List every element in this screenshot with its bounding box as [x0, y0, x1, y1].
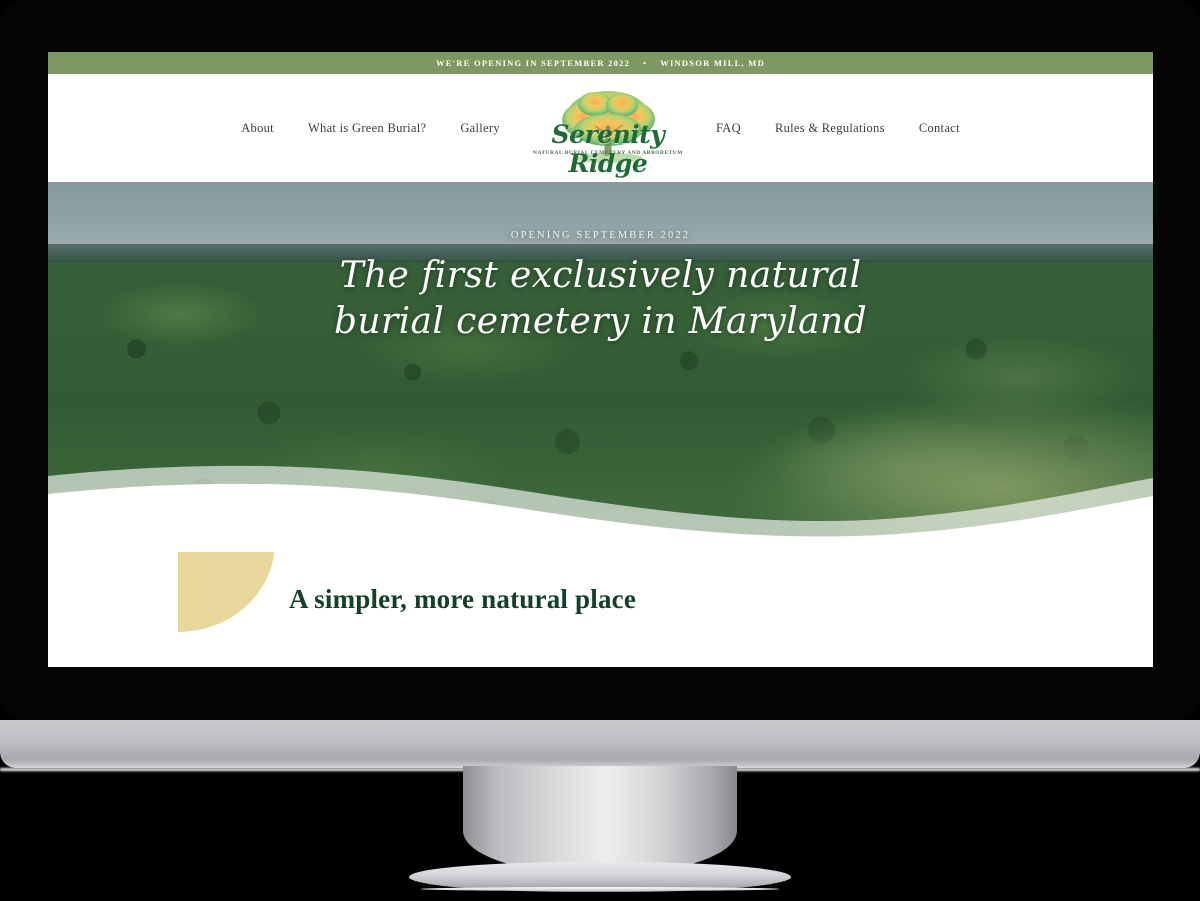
logo-mark: Serenity Ridge NATURAL BURIAL CEMETERY A…: [533, 86, 683, 178]
nav-right-group: FAQ Rules & Regulations Contact: [683, 121, 977, 136]
nav-item-contact[interactable]: Contact: [902, 121, 977, 136]
site-logo[interactable]: Serenity Ridge NATURAL BURIAL CEMETERY A…: [533, 86, 683, 178]
wave-divider: [48, 465, 1153, 552]
monitor-stand-foot: [409, 862, 791, 892]
hero-section: OPENING SEPTEMBER 2022 The first exclusi…: [48, 182, 1153, 552]
screenshot-stage: WE'RE OPENING IN SEPTEMBER 2022 • WINDSO…: [0, 0, 1200, 901]
monitor-bezel: WE'RE OPENING IN SEPTEMBER 2022 • WINDSO…: [0, 0, 1200, 720]
monitor-stand-neck: [463, 766, 737, 874]
nav-left-group: About What is Green Burial? Gallery: [224, 121, 533, 136]
logo-wordmark: Serenity Ridge: [551, 120, 665, 178]
announcement-separator-icon: •: [643, 58, 648, 68]
nav-item-gallery[interactable]: Gallery: [443, 121, 517, 136]
section-title: A simpler, more natural place: [289, 584, 637, 614]
hero-headline-line-2: burial cemetery in Maryland: [333, 301, 868, 343]
nav-item-rules-and-regulations[interactable]: Rules & Regulations: [758, 121, 902, 136]
nav-item-what-is-green-burial[interactable]: What is Green Burial?: [291, 121, 443, 136]
announcement-location: WINDSOR MILL, MD: [660, 58, 765, 68]
intro-section: A simpler, more natural place: [48, 542, 1153, 667]
accent-shape: [178, 542, 275, 632]
announcement-bar: WE'RE OPENING IN SEPTEMBER 2022 • WINDSO…: [48, 52, 1153, 74]
hero-headline-line-1: The first exclusively natural: [339, 255, 862, 296]
main-navigation: About What is Green Burial? Gallery Sere…: [48, 74, 1153, 182]
nav-item-faq[interactable]: FAQ: [699, 121, 758, 136]
announcement-text: WE'RE OPENING IN SEPTEMBER 2022: [436, 58, 631, 68]
hero-eyebrow: OPENING SEPTEMBER 2022: [510, 230, 691, 241]
logo-tagline: NATURAL BURIAL CEMETERY AND ARBORETUM: [533, 150, 683, 156]
monitor-screen: WE'RE OPENING IN SEPTEMBER 2022 • WINDSO…: [48, 52, 1153, 667]
hero-copy: OPENING SEPTEMBER 2022 The first exclusi…: [48, 230, 1153, 345]
hero-headline: The first exclusively natural burial cem…: [48, 253, 1153, 345]
monitor-chin: [0, 720, 1200, 768]
nav-item-about[interactable]: About: [224, 121, 291, 136]
